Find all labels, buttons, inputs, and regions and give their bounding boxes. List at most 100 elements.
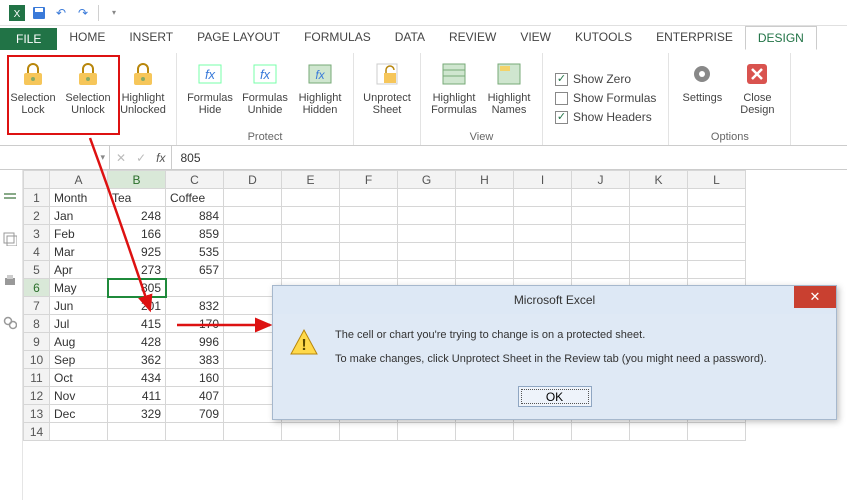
cell-B3[interactable]: 166 bbox=[108, 225, 166, 243]
cell-B6[interactable]: 805 bbox=[108, 279, 166, 297]
select-all-corner[interactable] bbox=[24, 171, 50, 189]
cell-C13[interactable]: 709 bbox=[166, 405, 224, 423]
tab-page-layout[interactable]: PAGE LAYOUT bbox=[185, 26, 292, 50]
cell-L1[interactable] bbox=[688, 189, 746, 207]
selection-lock-button[interactable]: SelectionLock bbox=[6, 55, 60, 141]
cell-A13[interactable]: Dec bbox=[50, 405, 108, 423]
cell-H1[interactable] bbox=[456, 189, 514, 207]
cell-C2[interactable]: 884 bbox=[166, 207, 224, 225]
cell-G4[interactable] bbox=[398, 243, 456, 261]
row-header-1[interactable]: 1 bbox=[24, 189, 50, 207]
cell-F1[interactable] bbox=[340, 189, 398, 207]
cell-B10[interactable]: 362 bbox=[108, 351, 166, 369]
cell-J2[interactable] bbox=[572, 207, 630, 225]
cell-E1[interactable] bbox=[282, 189, 340, 207]
tab-enterprise[interactable]: ENTERPRISE bbox=[644, 26, 745, 50]
cell-H14[interactable] bbox=[456, 423, 514, 441]
fx-icon[interactable]: fx bbox=[156, 151, 165, 165]
check-show-headers[interactable]: Show Headers bbox=[555, 109, 652, 125]
cell-D4[interactable] bbox=[224, 243, 282, 261]
cell-E3[interactable] bbox=[282, 225, 340, 243]
tab-file[interactable]: FILE bbox=[0, 28, 57, 50]
cell-C7[interactable]: 832 bbox=[166, 297, 224, 315]
cell-E5[interactable] bbox=[282, 261, 340, 279]
row-header-4[interactable]: 4 bbox=[24, 243, 50, 261]
tab-kutools[interactable]: KUTOOLS bbox=[563, 26, 644, 50]
cell-D3[interactable] bbox=[224, 225, 282, 243]
cell-A12[interactable]: Nov bbox=[50, 387, 108, 405]
cell-I4[interactable] bbox=[514, 243, 572, 261]
col-header-I[interactable]: I bbox=[514, 171, 572, 189]
tab-view[interactable]: VIEW bbox=[508, 26, 563, 50]
cell-C12[interactable]: 407 bbox=[166, 387, 224, 405]
cell-A3[interactable]: Feb bbox=[50, 225, 108, 243]
cell-F5[interactable] bbox=[340, 261, 398, 279]
highlight-formulas-button[interactable]: HighlightFormulas bbox=[427, 55, 481, 129]
cell-L2[interactable] bbox=[688, 207, 746, 225]
cell-G3[interactable] bbox=[398, 225, 456, 243]
col-header-C[interactable]: C bbox=[166, 171, 224, 189]
cell-K5[interactable] bbox=[630, 261, 688, 279]
undo-icon[interactable]: ↶ bbox=[50, 2, 72, 24]
cell-K2[interactable] bbox=[630, 207, 688, 225]
formula-value[interactable]: 805 bbox=[172, 146, 847, 169]
settings-button[interactable]: Settings bbox=[675, 55, 729, 129]
col-header-H[interactable]: H bbox=[456, 171, 514, 189]
cell-K14[interactable] bbox=[630, 423, 688, 441]
row-header-6[interactable]: 6 bbox=[24, 279, 50, 297]
enter-icon[interactable]: ✓ bbox=[136, 151, 146, 165]
cell-H4[interactable] bbox=[456, 243, 514, 261]
cell-C3[interactable]: 859 bbox=[166, 225, 224, 243]
cell-G2[interactable] bbox=[398, 207, 456, 225]
gutter-layers-icon[interactable] bbox=[3, 232, 19, 250]
col-header-G[interactable]: G bbox=[398, 171, 456, 189]
cell-B11[interactable]: 434 bbox=[108, 369, 166, 387]
qat-dropdown-icon[interactable]: ▾ bbox=[103, 2, 125, 24]
col-header-L[interactable]: L bbox=[688, 171, 746, 189]
cell-B13[interactable]: 329 bbox=[108, 405, 166, 423]
col-header-A[interactable]: A bbox=[50, 171, 108, 189]
row-header-2[interactable]: 2 bbox=[24, 207, 50, 225]
cell-A9[interactable]: Aug bbox=[50, 333, 108, 351]
row-header-12[interactable]: 12 bbox=[24, 387, 50, 405]
cell-C6[interactable] bbox=[166, 279, 224, 297]
check-show-formulas[interactable]: Show Formulas bbox=[555, 90, 656, 106]
tab-insert[interactable]: INSERT bbox=[117, 26, 185, 50]
cell-A7[interactable]: Jun bbox=[50, 297, 108, 315]
cell-A4[interactable]: Mar bbox=[50, 243, 108, 261]
cell-L5[interactable] bbox=[688, 261, 746, 279]
save-icon[interactable] bbox=[28, 2, 50, 24]
cell-A2[interactable]: Jan bbox=[50, 207, 108, 225]
tab-design[interactable]: DESIGN bbox=[745, 26, 817, 50]
cell-B8[interactable]: 415 bbox=[108, 315, 166, 333]
cell-D2[interactable] bbox=[224, 207, 282, 225]
gutter-print-icon[interactable] bbox=[3, 274, 19, 292]
unprotect-sheet-button[interactable]: UnprotectSheet bbox=[360, 55, 414, 141]
cell-H2[interactable] bbox=[456, 207, 514, 225]
col-header-K[interactable]: K bbox=[630, 171, 688, 189]
cell-B12[interactable]: 411 bbox=[108, 387, 166, 405]
cell-H5[interactable] bbox=[456, 261, 514, 279]
cell-C14[interactable] bbox=[166, 423, 224, 441]
selection-unlock-button[interactable]: SelectionUnlock bbox=[61, 55, 115, 141]
cell-C10[interactable]: 383 bbox=[166, 351, 224, 369]
cell-L3[interactable] bbox=[688, 225, 746, 243]
cell-K1[interactable] bbox=[630, 189, 688, 207]
highlight-hidden-button[interactable]: fxHighlightHidden bbox=[293, 55, 347, 129]
cell-F4[interactable] bbox=[340, 243, 398, 261]
cell-A6[interactable]: May bbox=[50, 279, 108, 297]
cell-E4[interactable] bbox=[282, 243, 340, 261]
cell-K4[interactable] bbox=[630, 243, 688, 261]
col-header-F[interactable]: F bbox=[340, 171, 398, 189]
cell-E2[interactable] bbox=[282, 207, 340, 225]
cell-D14[interactable] bbox=[224, 423, 282, 441]
cell-J1[interactable] bbox=[572, 189, 630, 207]
cell-A14[interactable] bbox=[50, 423, 108, 441]
cell-I5[interactable] bbox=[514, 261, 572, 279]
cell-F2[interactable] bbox=[340, 207, 398, 225]
row-header-8[interactable]: 8 bbox=[24, 315, 50, 333]
cell-D1[interactable] bbox=[224, 189, 282, 207]
cell-C1[interactable]: Coffee bbox=[166, 189, 224, 207]
cell-J14[interactable] bbox=[572, 423, 630, 441]
col-header-D[interactable]: D bbox=[224, 171, 282, 189]
